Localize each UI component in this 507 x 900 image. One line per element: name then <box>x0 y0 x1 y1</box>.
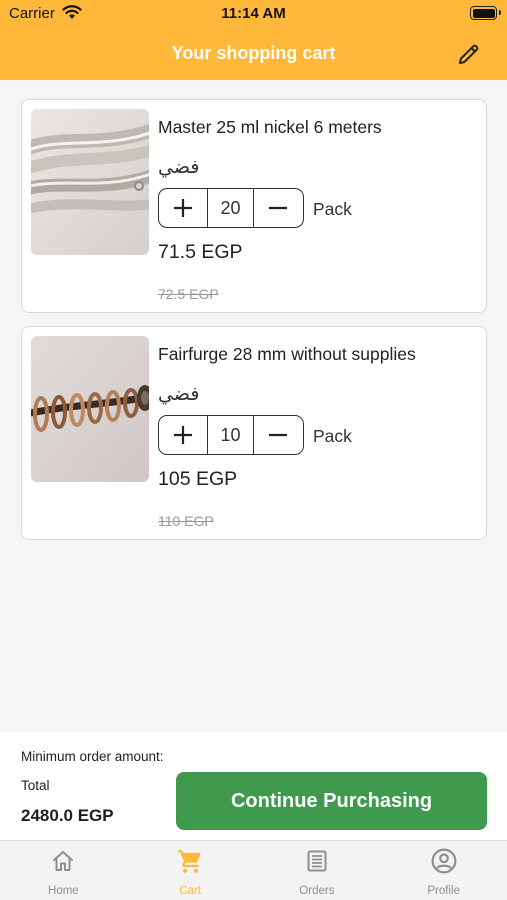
product-name: Master 25 ml nickel 6 meters <box>158 117 382 137</box>
orders-icon <box>307 850 327 872</box>
clock: 11:14 AM <box>221 5 286 22</box>
product-name: Fairfurge 28 mm without supplies <box>158 344 416 364</box>
profile-icon <box>431 848 457 874</box>
minus-icon <box>269 433 287 437</box>
decrease-quantity-button[interactable] <box>254 189 302 227</box>
tab-profile[interactable]: Profile <box>380 841 507 900</box>
minus-icon <box>269 206 287 210</box>
quantity-stepper: 10 <box>158 415 304 455</box>
plus-icon <box>174 199 192 217</box>
edit-button[interactable] <box>455 40 483 68</box>
product-image <box>31 109 149 255</box>
increase-quantity-button[interactable] <box>159 189 207 227</box>
tab-label: Profile <box>427 885 460 897</box>
quantity-unit: Pack <box>313 426 352 446</box>
total-value: 2480.0 EGP <box>21 806 114 825</box>
cart-icon <box>178 850 201 873</box>
tab-label: Home <box>48 885 79 897</box>
quantity-value[interactable]: 10 <box>207 416 254 454</box>
total-label: Total <box>21 778 50 793</box>
product-price: 71.5 EGP <box>158 241 243 263</box>
tab-label: Orders <box>299 885 335 897</box>
decrease-quantity-button[interactable] <box>254 416 302 454</box>
product-variant: فضي <box>158 157 200 178</box>
cart-item[interactable]: Master 25 ml nickel 6 meters فضي 20 Pack… <box>21 99 487 313</box>
tab-orders[interactable]: Orders <box>254 841 381 900</box>
continue-purchasing-button[interactable]: Continue Purchasing <box>176 772 487 830</box>
product-old-price: 110 EGP <box>158 513 214 529</box>
cart-item[interactable]: Fairfurge 28 mm without supplies فضي 10 … <box>21 326 487 540</box>
plus-icon <box>174 426 192 444</box>
quantity-stepper: 20 <box>158 188 304 228</box>
quantity-unit: Pack <box>313 199 352 219</box>
page-title: Your shopping cart <box>171 43 336 63</box>
product-image <box>31 336 149 482</box>
tab-cart[interactable]: Cart <box>127 841 254 900</box>
tab-bar: Home Cart Orders Profile <box>0 840 507 900</box>
order-summary: Minimum order amount: Total 2480.0 EGP C… <box>0 732 507 840</box>
quantity-value[interactable]: 20 <box>207 189 254 227</box>
status-bar: Carrier 11:14 AM <box>0 0 507 30</box>
pencil-icon <box>459 44 479 64</box>
tab-home[interactable]: Home <box>0 841 127 900</box>
increase-quantity-button[interactable] <box>159 416 207 454</box>
home-icon <box>53 851 74 871</box>
minimum-order-label: Minimum order amount: <box>21 749 164 764</box>
battery-icon <box>470 6 501 20</box>
app-bar: Your shopping cart <box>0 30 507 80</box>
product-price: 105 EGP <box>158 468 238 490</box>
product-variant: فضي <box>158 384 200 405</box>
product-old-price: 72.5 EGP <box>158 286 219 302</box>
tab-label: Cart <box>179 885 201 897</box>
